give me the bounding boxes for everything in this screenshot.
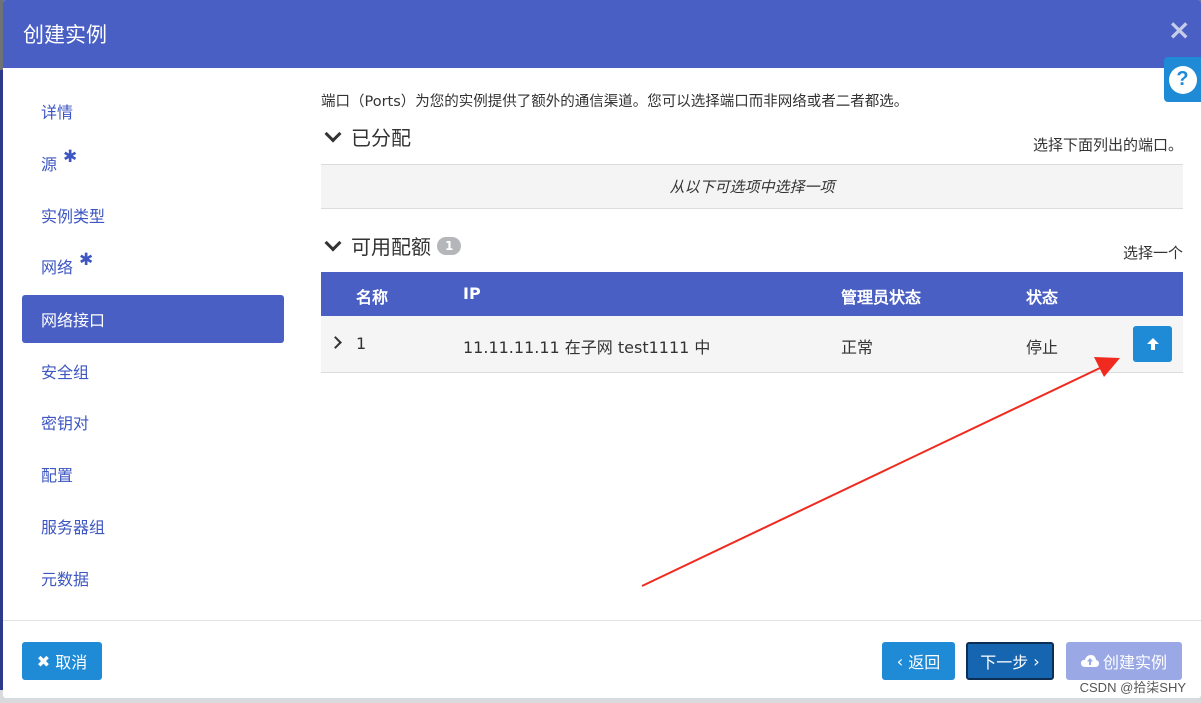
sidebar-item-flavor[interactable]: 实例类型 (22, 191, 284, 239)
modal-footer: ✖ 取消 ‹ 返回 下一步 › 创建实例 (3, 620, 1201, 698)
available-hint: 选择一个 (1122, 244, 1183, 262)
sidebar-item-server-groups[interactable]: 服务器组 (22, 502, 284, 550)
allocate-port-button[interactable] (1133, 326, 1172, 362)
chevron-right-icon: › (1033, 651, 1040, 671)
ports-description: 端口（Ports）为您的实例提供了额外的通信渠道。您可以选择端口而非网络或者二者… (321, 94, 909, 110)
chevron-down-icon (324, 234, 342, 251)
column-header-ip[interactable]: IP (463, 284, 481, 303)
help-button[interactable]: ? (1164, 57, 1201, 102)
cell-status: 停止 (1026, 338, 1059, 357)
sidebar-item-label: 服务器组 (41, 518, 106, 537)
cloud-upload-icon (1080, 655, 1099, 667)
sidebar-item-label: 网络接口 (41, 311, 106, 330)
table-header: 名称 IP 管理员状态 状态 (321, 272, 1183, 316)
sidebar-item-label: 源 (41, 155, 58, 174)
cell-admin-state: 正常 (841, 338, 874, 357)
sidebar-item-label: 网络 (41, 258, 74, 277)
sidebar-item-label: 实例类型 (41, 207, 106, 226)
sidebar-item-details[interactable]: 详情 (22, 87, 284, 135)
allocated-empty-placeholder: 从以下可选项中选择一项 (321, 164, 1183, 209)
cell-ip: 11.11.11.11 在子网 test1111 中 (463, 338, 711, 357)
column-header-status[interactable]: 状态 (1026, 284, 1058, 308)
allocated-section-toggle[interactable]: 已分配 (321, 122, 411, 151)
sidebar-item-key-pair[interactable]: 密钥对 (22, 398, 284, 446)
sidebar-item-label: 配置 (41, 466, 74, 485)
chevron-left-icon: ‹ (896, 651, 904, 671)
required-icon: ✱ (79, 250, 94, 270)
column-header-name[interactable]: 名称 (356, 284, 388, 308)
create-instance-modal: 创建实例 × 详情 源 ✱ 实例类型 网络 ✱ 网络接口 安全组 密钥对 配置 服务… (3, 0, 1201, 698)
sidebar-item-source[interactable]: 源 ✱ (22, 139, 284, 187)
empty-message: 从以下可选项中选择一项 (669, 178, 835, 196)
sidebar-item-label: 安全组 (41, 363, 90, 382)
available-ports-table: 名称 IP 管理员状态 状态 1 11.11.11.11 在子网 test111… (321, 272, 1183, 373)
sidebar-item-networks[interactable]: 网络 ✱ (22, 242, 284, 290)
launch-instance-button[interactable]: 创建实例 (1066, 642, 1182, 680)
cancel-label: 取消 (55, 653, 88, 672)
sidebar-item-metadata[interactable]: 元数据 (22, 554, 284, 602)
question-icon: ? (1168, 65, 1197, 94)
chevron-down-icon (324, 125, 342, 142)
cell-name: 1 (356, 334, 367, 353)
launch-instance-label: 创建实例 (1102, 653, 1167, 672)
available-count-badge: 1 (437, 236, 462, 255)
next-label: 下一步 (980, 653, 1029, 672)
close-icon: ✖ (36, 651, 51, 671)
next-button[interactable]: 下一步 › (966, 642, 1054, 680)
arrow-up-icon (1146, 338, 1159, 350)
cancel-button[interactable]: ✖ 取消 (22, 642, 102, 680)
wizard-sidebar: 详情 源 ✱ 实例类型 网络 ✱ 网络接口 安全组 密钥对 配置 服务器组 元数据 (3, 68, 303, 620)
close-icon[interactable]: × (1168, 16, 1191, 44)
watermark: CSDN @拾柒SHY (1079, 680, 1186, 695)
sidebar-item-configuration[interactable]: 配置 (22, 450, 284, 498)
sidebar-item-label: 密钥对 (41, 414, 90, 433)
back-button[interactable]: ‹ 返回 (882, 642, 955, 680)
available-section-toggle[interactable]: 可用配额 1 (321, 231, 462, 260)
allocated-title: 已分配 (351, 126, 411, 150)
chevron-right-icon[interactable] (329, 336, 342, 349)
table-row: 1 11.11.11.11 在子网 test1111 中 正常 停止 (321, 316, 1183, 373)
required-icon: ✱ (63, 147, 78, 167)
column-header-admin-state[interactable]: 管理员状态 (841, 284, 921, 308)
sidebar-item-label: 详情 (41, 103, 74, 122)
modal-title: 创建实例 (23, 23, 107, 47)
allocated-hint: 选择下面列出的端口。 (1032, 136, 1183, 154)
modal-header: 创建实例 × (3, 0, 1201, 68)
back-label: 返回 (908, 653, 941, 672)
sidebar-item-label: 元数据 (41, 570, 90, 589)
sidebar-item-security-groups[interactable]: 安全组 (22, 347, 284, 395)
available-title: 可用配额 (351, 235, 431, 259)
sidebar-item-network-ports[interactable]: 网络接口 (22, 295, 284, 343)
